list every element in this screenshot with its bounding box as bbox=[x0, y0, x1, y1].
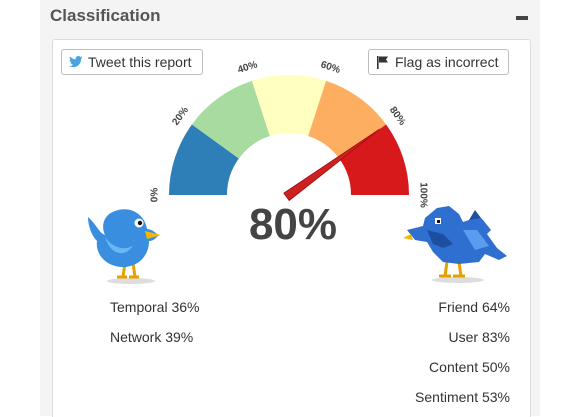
score-percentage: 80% bbox=[248, 200, 338, 249]
robot-bird-icon bbox=[403, 200, 513, 290]
stat-content: Content 50% bbox=[429, 359, 510, 375]
stat-friend: Friend 64% bbox=[438, 299, 510, 315]
classification-body: Tweet this report 0% 20% 40% 60% 80% 100% Fla… bbox=[52, 39, 531, 417]
collapse-button[interactable] bbox=[516, 16, 528, 20]
stat-temporal: Temporal 36% bbox=[110, 299, 200, 315]
classification-panel: Classification Tweet this report 0% 20% 40… bbox=[40, 0, 540, 417]
stat-sentiment: Sentiment 53% bbox=[415, 389, 510, 405]
gauge-tick-label: 60% bbox=[319, 59, 342, 76]
gauge-tick-label: 40% bbox=[236, 59, 259, 76]
stat-network: Network 39% bbox=[110, 329, 194, 345]
flag-incorrect-button[interactable]: Flag as incorrect bbox=[368, 49, 510, 75]
stat-user: User 83% bbox=[448, 329, 510, 345]
gauge-tick-label: 0% bbox=[150, 188, 161, 203]
flag-icon bbox=[376, 55, 390, 69]
gauge-tick-label: 80% bbox=[387, 105, 408, 128]
human-bird-icon bbox=[83, 205, 173, 290]
panel-title: Classification bbox=[50, 6, 161, 25]
gauge-tick-label: 20% bbox=[170, 105, 191, 128]
flag-incorrect-label: Flag as incorrect bbox=[395, 54, 499, 70]
